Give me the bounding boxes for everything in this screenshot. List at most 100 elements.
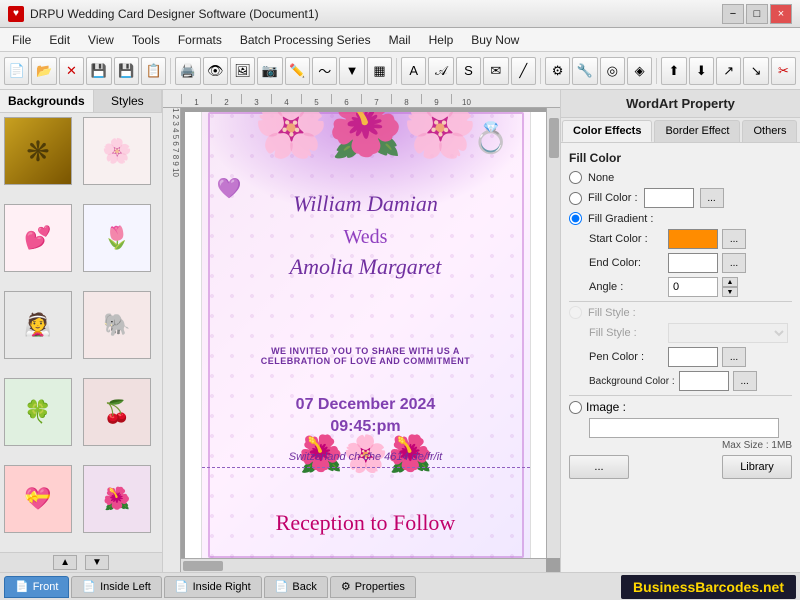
start-color-box[interactable] — [668, 229, 718, 249]
pen-color-box[interactable] — [668, 347, 718, 367]
tab-inside-right-label: Inside Right — [193, 581, 251, 593]
thumb-8[interactable]: 🍒 — [83, 378, 151, 446]
thumb-3[interactable]: 💕 — [4, 204, 72, 272]
tb-export2[interactable]: ↗ — [716, 57, 741, 85]
radio-fill-color[interactable] — [569, 192, 582, 205]
tb-pen[interactable]: ✏️ — [285, 57, 310, 85]
scroll-up-btn[interactable]: ▲ — [53, 555, 77, 570]
radio-none-row: None — [569, 171, 792, 184]
tb-import[interactable]: ⬆ — [661, 57, 686, 85]
tb-tool3[interactable]: ◎ — [600, 57, 625, 85]
menu-edit[interactable]: Edit — [41, 31, 78, 49]
tb-text2[interactable]: 𝒜 — [428, 57, 453, 85]
tab-inside-left[interactable]: 📄 Inside Left — [71, 576, 161, 598]
tab-front[interactable]: 📄 Front — [4, 576, 69, 598]
card-canvas[interactable]: 🌸🌺🌸 💍 💜 William Damian Weds Amolia Marga… — [185, 112, 546, 558]
tb-export[interactable]: ⬇ — [689, 57, 714, 85]
tb-tool2[interactable]: 🔧 — [572, 57, 597, 85]
canvas-scrollbar-bottom[interactable] — [181, 558, 546, 572]
thumb-2[interactable]: 🌸 — [83, 117, 151, 185]
radio-image-label: Image : — [586, 400, 626, 414]
scroll-down-btn[interactable]: ▼ — [85, 555, 109, 570]
thumb-4[interactable]: 🌷 — [83, 204, 151, 272]
tab-others[interactable]: Others — [742, 120, 797, 142]
tb-open[interactable]: 📂 — [31, 57, 56, 85]
tb-tool4[interactable]: ◈ — [627, 57, 652, 85]
end-color-box[interactable] — [668, 253, 718, 273]
title-controls[interactable]: − □ × — [722, 4, 792, 24]
angle-input[interactable] — [668, 277, 718, 297]
tab-styles[interactable]: Styles — [94, 90, 162, 112]
tb-export3[interactable]: ↘ — [743, 57, 768, 85]
end-color-btn[interactable]: ... — [722, 253, 746, 273]
menu-view[interactable]: View — [80, 31, 122, 49]
image-path-input[interactable] — [589, 418, 779, 438]
tb-img1[interactable]: 🖼 — [230, 57, 255, 85]
tb-text3[interactable]: S — [456, 57, 481, 85]
tb-barcode[interactable]: ▦ — [367, 57, 392, 85]
toolbar: 📄 📂 ✕ 💾 💾 📋 🖨️ 👁 🖼 📷 ✏️ 〜 ▼ ▦ A 𝒜 S ✉ ╱ … — [0, 52, 800, 90]
tb-close[interactable]: ✕ — [59, 57, 84, 85]
menu-batch[interactable]: Batch Processing Series — [232, 31, 379, 49]
tb-new[interactable]: 📄 — [4, 57, 29, 85]
tb-curve[interactable]: 〜 — [312, 57, 337, 85]
thumb-9[interactable]: 💝 — [4, 465, 72, 533]
scroll-thumb-right[interactable] — [549, 118, 559, 158]
minimize-button[interactable]: − — [722, 4, 744, 24]
tb-dropdown[interactable]: ▼ — [339, 57, 364, 85]
tb-sep2 — [396, 58, 397, 84]
tab-back[interactable]: 📄 Back — [264, 576, 328, 598]
bg-color-btn[interactable]: ... — [733, 371, 757, 391]
end-color-label: End Color: — [589, 257, 664, 269]
tb-save2[interactable]: 💾 — [114, 57, 139, 85]
thumb-7[interactable]: 🍀 — [4, 378, 72, 446]
menu-formats[interactable]: Formats — [170, 31, 230, 49]
radio-none[interactable] — [569, 171, 582, 184]
thumb-5[interactable]: 👰 — [4, 291, 72, 359]
menu-tools[interactable]: Tools — [124, 31, 168, 49]
tab-backgrounds[interactable]: Backgrounds — [0, 90, 94, 112]
menu-bar: File Edit View Tools Formats Batch Proce… — [0, 28, 800, 52]
ring-decoration: 💍 — [472, 121, 509, 156]
tb-print[interactable]: 🖨️ — [175, 57, 200, 85]
thumb-1[interactable]: ❋ — [4, 117, 72, 185]
tb-preview[interactable]: 👁 — [203, 57, 228, 85]
tab-border-effect[interactable]: Border Effect — [654, 120, 740, 142]
tb-cut[interactable]: ✂ — [771, 57, 796, 85]
tab-inside-right[interactable]: 📄 Inside Right — [164, 576, 262, 598]
bg-color-box[interactable] — [679, 371, 729, 391]
card-inner: 🌸🌺🌸 💍 💜 William Damian Weds Amolia Marga… — [201, 112, 531, 558]
tb-copy[interactable]: 📋 — [141, 57, 166, 85]
start-color-btn[interactable]: ... — [722, 229, 746, 249]
menu-file[interactable]: File — [4, 31, 39, 49]
scroll-thumb-bottom[interactable] — [183, 561, 223, 571]
library-button[interactable]: Library — [722, 455, 792, 479]
radio-fill-style[interactable] — [569, 306, 582, 319]
tb-save[interactable]: 💾 — [86, 57, 111, 85]
tb-line[interactable]: ╱ — [511, 57, 536, 85]
thumb-10[interactable]: 🌺 — [83, 465, 151, 533]
tb-img2[interactable]: 📷 — [257, 57, 282, 85]
tab-color-effects[interactable]: Color Effects — [562, 120, 652, 142]
fill-style-select[interactable] — [668, 323, 788, 343]
thumbnail-grid: ❋ 🌸 💕 🌷 👰 🐘 🍀 🍒 � — [0, 113, 162, 552]
dots-button[interactable]: ... — [569, 455, 629, 479]
tb-tool1[interactable]: ⚙ — [545, 57, 570, 85]
tab-properties[interactable]: ⚙ Properties — [330, 576, 416, 598]
tb-text[interactable]: A — [401, 57, 426, 85]
menu-help[interactable]: Help — [421, 31, 462, 49]
maximize-button[interactable]: □ — [746, 4, 768, 24]
angle-down[interactable]: ▼ — [722, 287, 738, 297]
menu-mail[interactable]: Mail — [381, 31, 419, 49]
thumb-6[interactable]: 🐘 — [83, 291, 151, 359]
angle-up[interactable]: ▲ — [722, 277, 738, 287]
fill-color-btn[interactable]: ... — [700, 188, 724, 208]
close-button[interactable]: × — [770, 4, 792, 24]
pen-color-btn[interactable]: ... — [722, 347, 746, 367]
radio-image[interactable] — [569, 401, 582, 414]
tb-mail[interactable]: ✉ — [483, 57, 508, 85]
canvas-scrollbar-right[interactable] — [546, 108, 560, 558]
menu-buy[interactable]: Buy Now — [463, 31, 527, 49]
fill-color-box[interactable] — [644, 188, 694, 208]
radio-fill-gradient[interactable] — [569, 212, 582, 225]
